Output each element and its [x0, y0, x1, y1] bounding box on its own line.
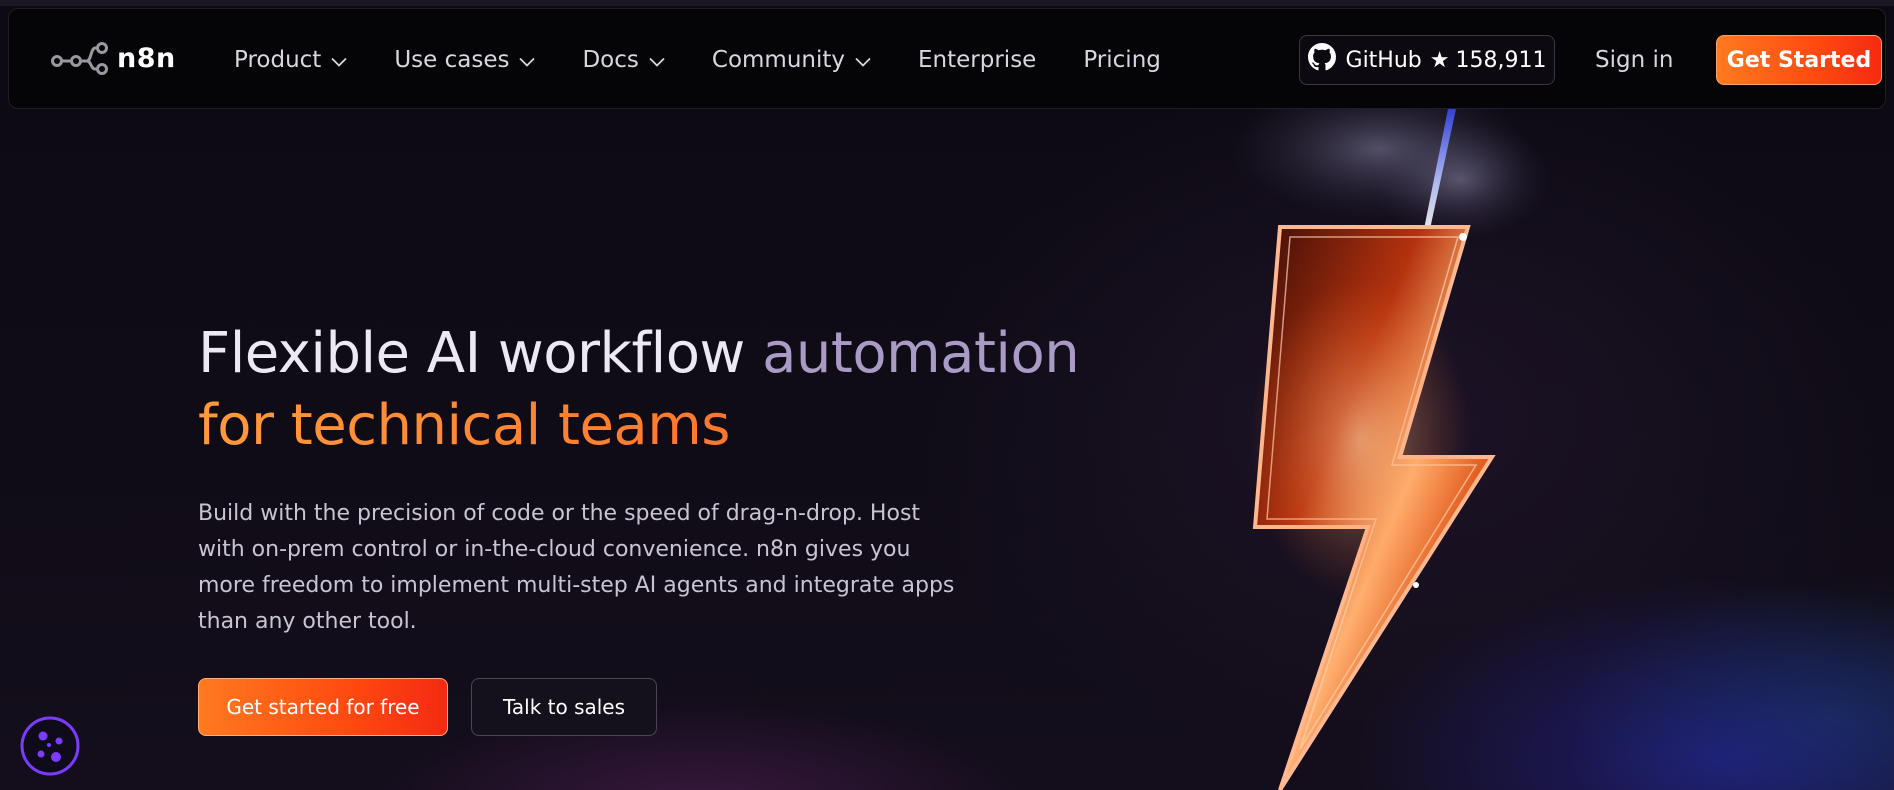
nav-item-product[interactable]: Product [234, 47, 347, 73]
page: n8n Product Use cases Docs Community Ent… [0, 0, 1894, 790]
hero-title-part1: Flexible AI workflow [198, 321, 763, 386]
hero-title-line2: for technical teams [198, 390, 1079, 462]
nav-item-label: Pricing [1083, 46, 1161, 73]
chevron-down-icon [519, 47, 536, 73]
top-border [0, 0, 1894, 6]
chevron-down-icon [331, 47, 347, 73]
cookie-icon [19, 716, 81, 781]
nav-item-label: Product [234, 46, 322, 73]
talk-to-sales-button[interactable]: Talk to sales [471, 678, 657, 736]
chevron-down-icon [649, 47, 665, 73]
nav-item-label: Use cases [394, 46, 510, 73]
get-started-free-button[interactable]: Get started for free [198, 678, 448, 736]
github-icon [1307, 43, 1336, 77]
github-star-count: 158,911 [1455, 47, 1547, 73]
logo-wordmark: n8n [117, 42, 176, 74]
nav-item-community[interactable]: Community [712, 47, 871, 73]
star-icon: ★ [1429, 47, 1450, 73]
top-navbar: n8n Product Use cases Docs Community Ent… [8, 8, 1886, 109]
nav-item-label: Enterprise [918, 46, 1037, 73]
nav-menu: Product Use cases Docs Community Enterpr… [234, 9, 1208, 110]
nav-item-enterprise[interactable]: Enterprise [918, 47, 1036, 73]
get-started-button[interactable]: Get Started [1716, 35, 1882, 85]
nav-item-label: Community [711, 46, 846, 73]
hero-title: Flexible AI workflow automation for tech… [198, 318, 1080, 462]
n8n-logo-icon [51, 41, 109, 75]
hero-description: Build with the precision of code or the … [198, 501, 955, 634]
hero-title-part2: automation [762, 321, 1080, 386]
nav-item-label: Docs [582, 46, 639, 73]
sign-in-link[interactable]: Sign in [1595, 9, 1673, 110]
nav-item-pricing[interactable]: Pricing [1083, 47, 1161, 73]
chevron-down-icon [855, 47, 871, 73]
nav-item-use-cases[interactable]: Use cases [394, 46, 536, 73]
logo-link[interactable]: n8n [51, 41, 176, 75]
lightning-bolt-illustration [1130, 79, 1560, 790]
nav-item-docs[interactable]: Docs [582, 46, 665, 73]
cookie-settings-button[interactable] [19, 715, 81, 777]
github-stars-button[interactable]: GitHub ★ 158,911 [1299, 35, 1555, 85]
github-label: GitHub [1345, 47, 1422, 73]
